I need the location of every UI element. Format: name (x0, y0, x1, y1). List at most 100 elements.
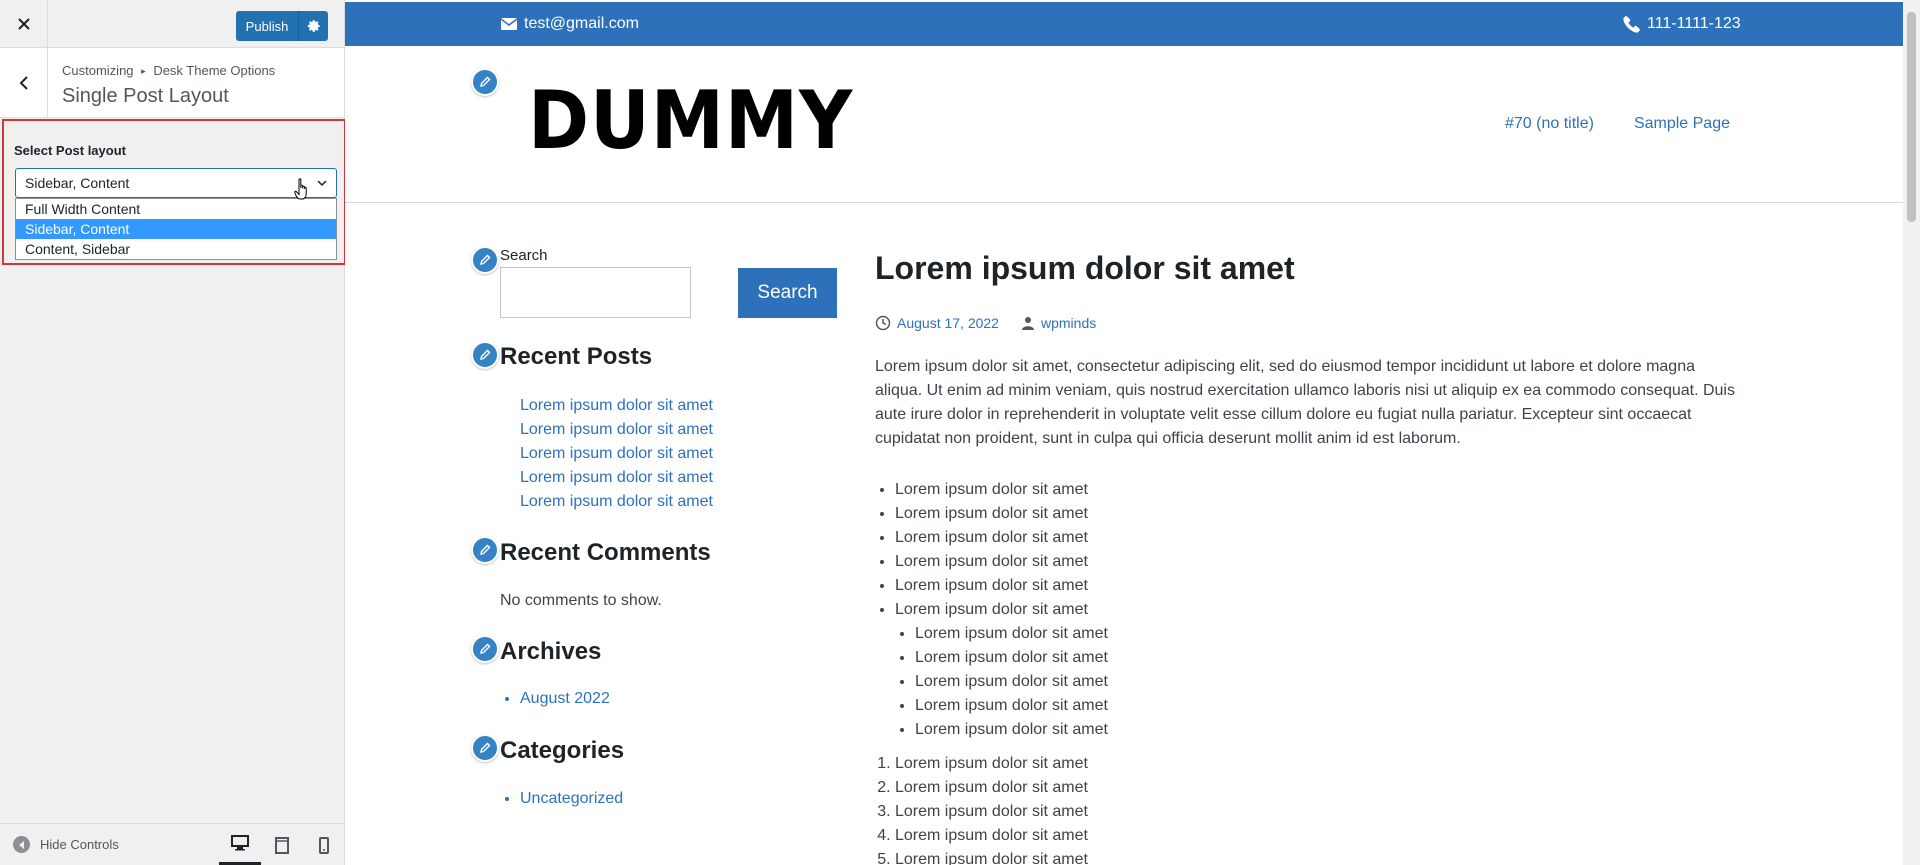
archives-list: August 2022 (520, 690, 610, 708)
hide-controls-button[interactable]: Hide Controls (13, 836, 119, 853)
pencil-icon (480, 76, 491, 87)
contact-phone[interactable]: 111-1111-123 (1623, 15, 1741, 33)
site-preview: test@gmail.com 111-1111-123 DUMMY #70 (n… (345, 0, 1920, 865)
pencil-icon (480, 544, 491, 555)
recent-posts-title: Recent Posts (500, 343, 653, 370)
preview-mobile-button[interactable] (303, 824, 345, 865)
select-option[interactable]: Full Width Content (16, 199, 336, 219)
header-divider (345, 202, 1903, 203)
post-author[interactable]: wpminds (1041, 315, 1096, 331)
recent-post-link[interactable]: Lorem ipsum dolor sit amet (520, 394, 713, 418)
contact-email[interactable]: test@gmail.com (501, 15, 639, 33)
control-label: Select Post layout (14, 143, 126, 158)
publish-button[interactable]: Publish (236, 11, 298, 41)
pencil-icon (480, 643, 491, 654)
breadcrumb-parent: Desk Theme Options (153, 63, 276, 78)
post-bullet-list: Lorem ipsum dolor sit amet Lorem ipsum d… (895, 478, 1088, 622)
categories-list: Uncategorized (520, 790, 623, 808)
recent-post-link[interactable]: Lorem ipsum dolor sit amet (520, 442, 713, 466)
main-navigation: #70 (no title) Sample Page (1505, 115, 1730, 133)
close-customizer-button[interactable] (0, 0, 48, 48)
back-button[interactable] (0, 48, 48, 118)
post-nested-list: Lorem ipsum dolor sit amet Lorem ipsum d… (915, 622, 1108, 742)
post-paragraph: Lorem ipsum dolor sit amet, consectetur … (875, 358, 1735, 447)
edit-categories-shortcut[interactable] (471, 734, 499, 762)
list-item: Lorem ipsum dolor sit amet (915, 670, 1108, 694)
post-meta: August 17, 2022 wpminds (875, 315, 1096, 331)
edit-recent-comments-shortcut[interactable] (471, 536, 499, 564)
post-title: Lorem ipsum dolor sit amet (875, 250, 1295, 286)
collapse-arrow-icon (13, 836, 30, 853)
nav-item-sample-page[interactable]: Sample Page (1634, 115, 1730, 133)
archive-link[interactable]: August 2022 (520, 690, 610, 708)
recent-post-link[interactable]: Lorem ipsum dolor sit amet (520, 418, 713, 442)
customizer-header: Publish (0, 0, 344, 48)
list-item: Lorem ipsum dolor sit amet (915, 646, 1108, 670)
post-layout-select[interactable]: Sidebar, Content (15, 168, 337, 198)
recent-posts-list: Lorem ipsum dolor sit amet Lorem ipsum d… (520, 394, 713, 514)
list-item: Lorem ipsum dolor sit amet (895, 478, 1088, 502)
search-button[interactable]: Search (738, 268, 837, 318)
recent-comments-title: Recent Comments (500, 539, 711, 566)
no-comments-text: No comments to show. (500, 592, 662, 609)
preview-desktop-button[interactable] (219, 824, 261, 865)
post-date[interactable]: August 17, 2022 (897, 315, 999, 331)
categories-title: Categories (500, 737, 625, 764)
clock-icon (875, 315, 891, 331)
envelope-icon (501, 18, 517, 30)
list-item: Lorem ipsum dolor sit amet (915, 622, 1108, 646)
select-option-selected[interactable]: Sidebar, Content (16, 219, 336, 239)
user-icon (1021, 317, 1034, 330)
hide-controls-label: Hide Controls (40, 837, 119, 852)
nav-item-no-title[interactable]: #70 (no title) (1505, 115, 1594, 133)
tablet-icon (275, 836, 289, 854)
edit-logo-shortcut[interactable] (471, 68, 499, 96)
chevron-down-icon (317, 180, 327, 187)
edit-search-widget-shortcut[interactable] (471, 246, 499, 274)
list-item: Lorem ipsum dolor sit amet (895, 502, 1088, 526)
select-option[interactable]: Content, Sidebar (16, 239, 336, 259)
archives-title: Archives (500, 638, 602, 665)
close-icon (17, 18, 30, 30)
post-numbered-list: Lorem ipsum dolor sit amet Lorem ipsum d… (895, 752, 1088, 865)
publish-settings-button[interactable] (298, 11, 328, 41)
top-bar: test@gmail.com 111-1111-123 (345, 2, 1903, 46)
edit-archives-shortcut[interactable] (471, 635, 499, 663)
select-options-list: Full Width Content Sidebar, Content Cont… (15, 198, 337, 260)
select-value: Sidebar, Content (25, 175, 130, 191)
recent-post-link[interactable]: Lorem ipsum dolor sit amet (520, 466, 713, 490)
list-item: Lorem ipsum dolor sit amet (895, 752, 1088, 776)
list-item: Lorem ipsum dolor sit amet (895, 776, 1088, 800)
phone-icon (1623, 15, 1640, 33)
customizer-panel: Publish Customizing ▸ Desk Theme Options… (0, 0, 346, 865)
desktop-icon (231, 835, 249, 851)
breadcrumb-separator: ▸ (141, 66, 146, 76)
category-link[interactable]: Uncategorized (520, 790, 623, 808)
pencil-icon (480, 349, 491, 360)
search-label: Search (500, 247, 548, 264)
list-item: Lorem ipsum dolor sit amet (915, 694, 1108, 718)
publish-group: Publish (236, 11, 328, 41)
email-text: test@gmail.com (524, 15, 639, 32)
preview-scrollbar[interactable] (1903, 0, 1920, 865)
edit-recent-posts-shortcut[interactable] (471, 341, 499, 369)
site-logo[interactable]: DUMMY (528, 76, 853, 166)
mobile-icon (319, 836, 329, 854)
list-item: Lorem ipsum dolor sit amet (915, 718, 1108, 742)
recent-post-link[interactable]: Lorem ipsum dolor sit amet (520, 490, 713, 514)
preview-tablet-button[interactable] (261, 824, 303, 865)
list-item: Lorem ipsum dolor sit amet (895, 848, 1088, 865)
chevron-left-icon (19, 76, 28, 90)
list-item: Lorem ipsum dolor sit amet (895, 550, 1088, 574)
phone-text: 111-1111-123 (1647, 15, 1741, 32)
list-item: Lorem ipsum dolor sit amet (895, 824, 1088, 848)
breadcrumb-root: Customizing (62, 63, 134, 78)
pencil-icon (480, 254, 491, 265)
scrollbar-thumb[interactable] (1907, 12, 1916, 222)
list-item: Lorem ipsum dolor sit amet (895, 526, 1088, 550)
list-item: Lorem ipsum dolor sit amet (895, 800, 1088, 824)
customizer-footer: Hide Controls (0, 823, 344, 865)
section-header: Customizing ▸ Desk Theme Options Single … (0, 48, 344, 118)
search-input[interactable] (500, 267, 691, 318)
list-item: Lorem ipsum dolor sit amet (895, 598, 1088, 622)
